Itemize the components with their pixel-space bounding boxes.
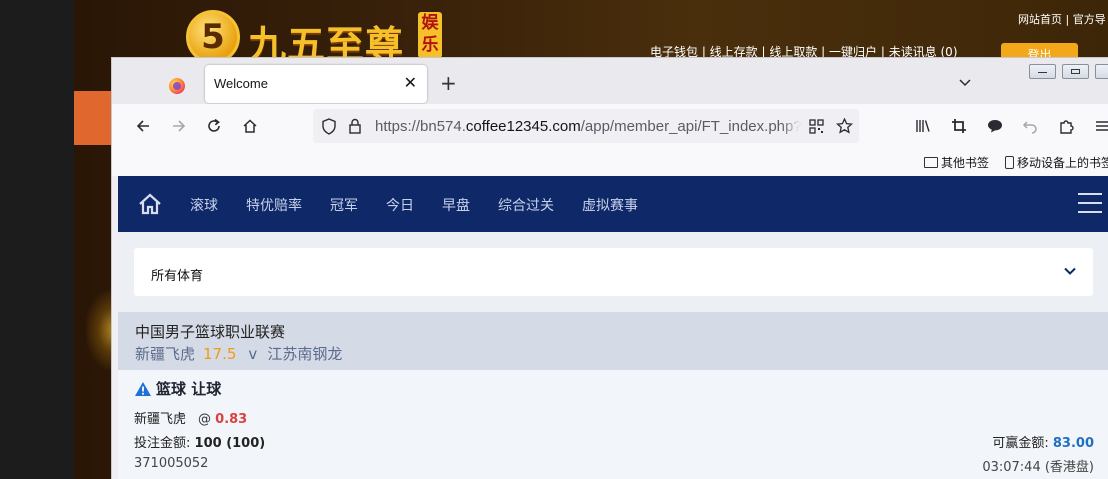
library-icon[interactable] xyxy=(913,116,933,136)
desktop-strip xyxy=(0,0,74,479)
firefox-icon[interactable] xyxy=(169,78,185,94)
chevron-down-icon[interactable] xyxy=(958,75,972,89)
ticket-id: 371005052 xyxy=(134,456,209,471)
shield-icon[interactable] xyxy=(321,118,337,135)
handicap-value: 17.5 xyxy=(203,345,237,363)
match-header: 中国男子篮球职业联赛 新疆飞虎 17.5 v 江苏南钢龙 xyxy=(118,312,1108,370)
at-symbol: @ xyxy=(198,412,212,427)
win-label: 可赢金额: xyxy=(992,436,1049,451)
undo-arrow-icon[interactable] xyxy=(1020,116,1040,136)
forward-arrow-icon[interactable] xyxy=(169,116,189,136)
tab-title: Welcome xyxy=(214,76,268,91)
sport-select[interactable]: 所有体育 xyxy=(134,248,1093,296)
bet-selection: 新疆飞虎 @ 0.83 xyxy=(134,408,247,427)
nav-item-parlay[interactable]: 综合过关 xyxy=(498,195,554,215)
bet-title: 篮球 让球 xyxy=(134,378,221,399)
bookmark-folder-mobile[interactable]: 移动设备上的书签 xyxy=(1005,154,1108,171)
nav-item-virtual[interactable]: 虚拟赛事 xyxy=(582,195,638,215)
minimize-button[interactable] xyxy=(1029,64,1056,79)
address-bar[interactable]: https://bn574.coffee12345.com/app/member… xyxy=(313,109,859,143)
site-logo-badge: 娱乐 xyxy=(418,12,442,58)
browser-window: Welcome ✕ + https://bn574.coffee12345.co… xyxy=(111,57,1108,479)
new-tab-button[interactable]: + xyxy=(440,73,457,93)
mobile-device-icon xyxy=(1005,156,1014,169)
site-navigation: 滚球 特优赔率 冠军 今日 早盘 综合过关 虚拟赛事 xyxy=(118,176,1108,232)
screenshot-crop-icon[interactable] xyxy=(949,116,969,136)
chat-bubble-icon[interactable] xyxy=(985,116,1005,136)
stake-amount: 投注金额: 100 (100) xyxy=(134,432,265,451)
nav-item-special-odds[interactable]: 特优赔率 xyxy=(246,195,302,215)
lock-icon[interactable] xyxy=(348,118,362,134)
back-arrow-icon[interactable] xyxy=(133,116,153,136)
bet-time: 03:07:44 (香港盘) xyxy=(982,460,1094,475)
stake-value: 100 (100) xyxy=(194,436,266,451)
nav-item-today[interactable]: 今日 xyxy=(386,195,414,215)
nav-item-early[interactable]: 早盘 xyxy=(442,195,470,215)
nav-item-live[interactable]: 滚球 xyxy=(190,195,218,215)
extensions-puzzle-icon[interactable] xyxy=(1056,116,1076,136)
close-icon[interactable]: ✕ xyxy=(404,74,417,92)
home-icon[interactable] xyxy=(240,116,260,136)
bet-type: 篮球 让球 xyxy=(156,380,222,398)
maximize-button[interactable] xyxy=(1062,64,1089,79)
tab-strip: Welcome ✕ + xyxy=(112,58,1108,104)
match-teams: 新疆飞虎 17.5 v 江苏南钢龙 xyxy=(135,343,342,364)
bet-slip: 篮球 让球 新疆飞虎 @ 0.83 投注金额: 100 (100) 可赢金额: 8… xyxy=(118,370,1108,479)
nav-item-champion[interactable]: 冠军 xyxy=(330,195,358,215)
reload-icon[interactable] xyxy=(204,116,224,136)
league-name: 中国男子篮球职业联赛 xyxy=(135,323,286,341)
bookmark-star-icon[interactable] xyxy=(836,118,853,134)
home-team: 新疆飞虎 xyxy=(135,345,196,363)
site-top-links[interactable]: 网站首页 | 官方导 xyxy=(1018,11,1106,27)
bookmark-label: 移动设备上的书签 xyxy=(1017,156,1108,170)
home-icon[interactable] xyxy=(138,193,162,215)
warning-icon xyxy=(135,381,151,396)
tab-welcome[interactable]: Welcome ✕ xyxy=(205,65,427,103)
page-content: 滚球 特优赔率 冠军 今日 早盘 综合过关 虚拟赛事 所有体育 中国男子篮球职业… xyxy=(118,176,1108,479)
sport-select-value: 所有体育 xyxy=(151,269,204,284)
odds-value: 0.83 xyxy=(215,412,248,427)
url-text: https://bn574.coffee12345.com/app/member… xyxy=(375,118,802,135)
versus-label: v xyxy=(248,345,258,363)
away-team: 江苏南钢龙 xyxy=(267,345,343,363)
navigation-toolbar: https://bn574.coffee12345.com/app/member… xyxy=(112,104,1108,148)
url-fade xyxy=(781,113,801,139)
hamburger-menu-icon[interactable] xyxy=(1078,193,1102,215)
background-orange-block xyxy=(74,91,111,145)
bookmarks-toolbar: 其他书签 移动设备上的书签 xyxy=(112,148,1108,176)
menu-icon[interactable] xyxy=(1092,116,1108,136)
chevron-down-icon xyxy=(1064,267,1076,275)
potential-win: 可赢金额: 83.00 xyxy=(992,432,1094,451)
bookmark-label: 其他书签 xyxy=(941,156,990,170)
folder-icon xyxy=(924,157,938,168)
stake-label: 投注金额: xyxy=(134,436,191,451)
qr-code-icon[interactable] xyxy=(809,119,824,134)
site-logo-icon: 5 xyxy=(186,10,240,64)
win-value: 83.00 xyxy=(1052,436,1094,451)
selection-team: 新疆飞虎 xyxy=(134,412,187,427)
bookmark-folder-other[interactable]: 其他书签 xyxy=(924,154,989,171)
close-window-button[interactable] xyxy=(1095,64,1108,79)
